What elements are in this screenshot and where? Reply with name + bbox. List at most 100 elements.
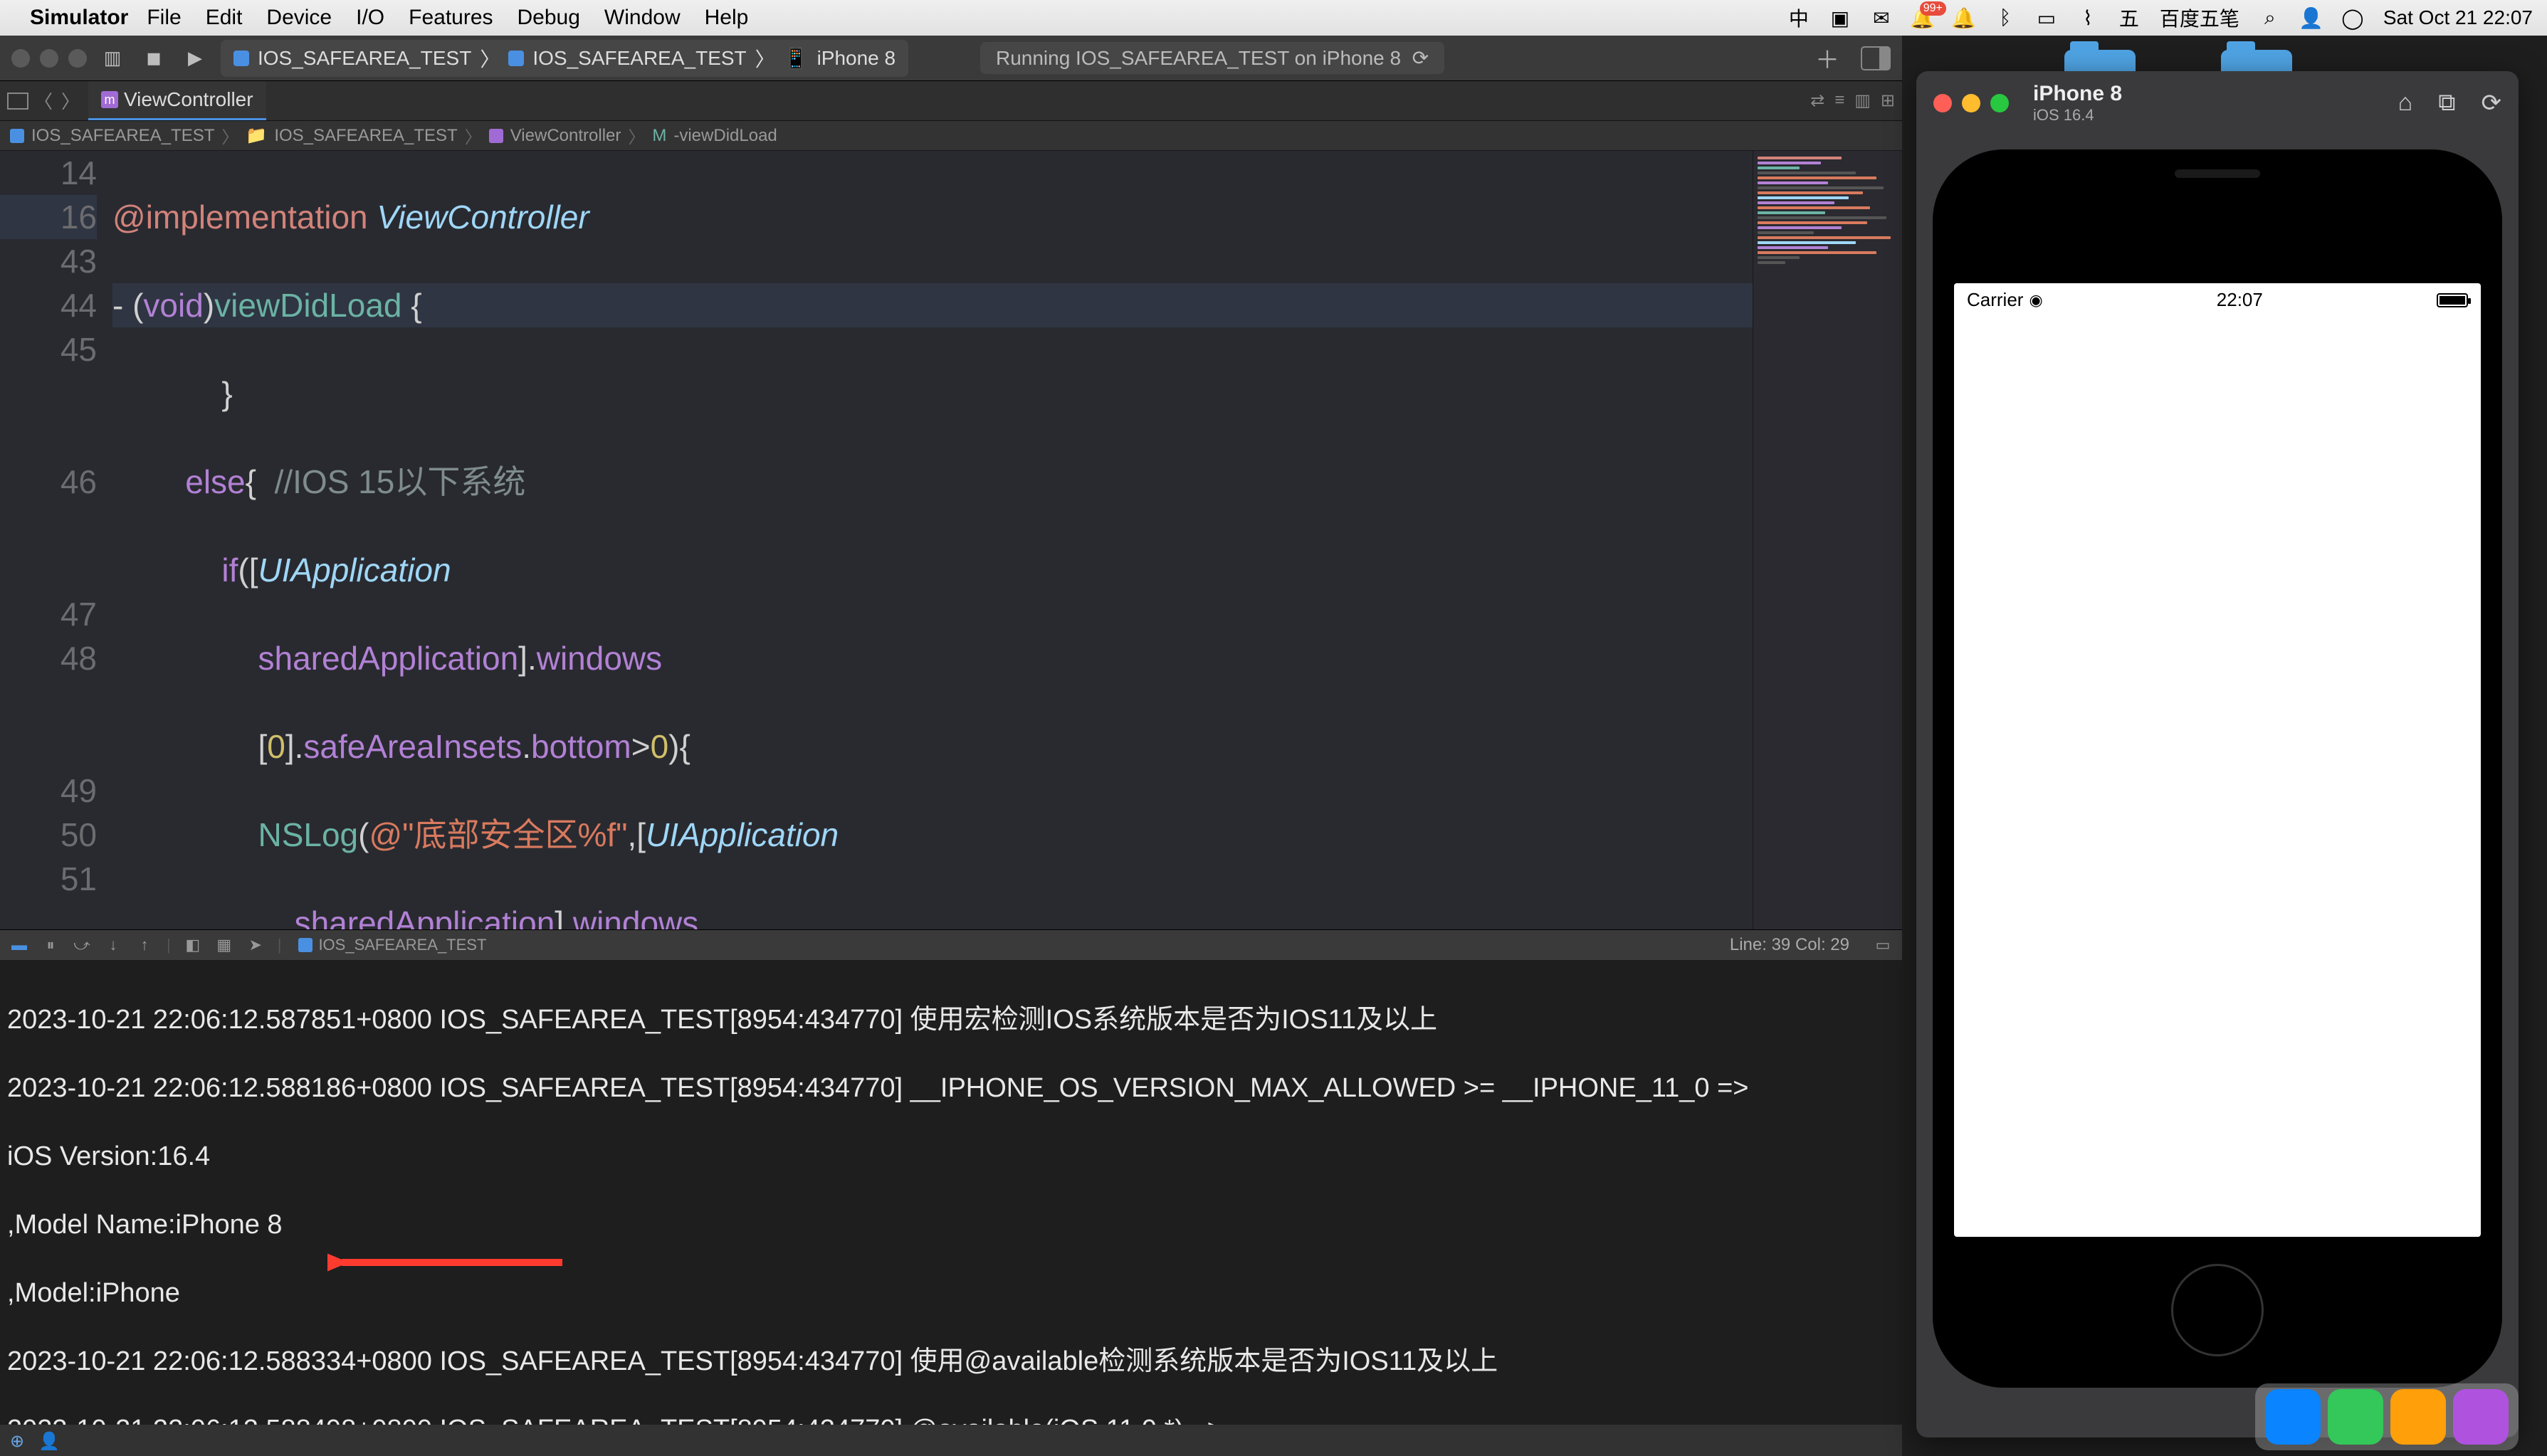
sidebar-toggle-icon[interactable]: ▥ bbox=[97, 45, 128, 72]
menu-help[interactable]: Help bbox=[705, 6, 749, 30]
annotation-arrow-icon bbox=[327, 1245, 569, 1280]
minimap[interactable] bbox=[1753, 151, 1902, 929]
file-tab[interactable]: m ViewController bbox=[88, 81, 266, 120]
device-frame: Carrier ◉ 22:07 bbox=[1933, 149, 2502, 1388]
chevron-right-icon: 〉 bbox=[480, 44, 500, 73]
notification-bell-icon[interactable]: 🔔 bbox=[1912, 7, 1933, 28]
bluetooth-icon[interactable]: ᛒ bbox=[1995, 7, 2016, 28]
step-into-icon[interactable]: ↓ bbox=[104, 936, 122, 954]
debug-view-icon[interactable]: ◧ bbox=[184, 936, 202, 954]
code-editor[interactable]: 14 16 43 44 45 46 47 48 49 50 51 @implem… bbox=[0, 151, 1902, 929]
step-over-icon[interactable]: ⤻ bbox=[73, 936, 91, 954]
console-output[interactable]: 2023-10-21 22:06:12.587851+0800 IOS_SAFE… bbox=[0, 960, 1902, 1425]
menu-file[interactable]: File bbox=[147, 6, 181, 30]
person-icon[interactable]: 👤 bbox=[38, 1431, 57, 1450]
home-icon[interactable]: ⌂ bbox=[2398, 89, 2413, 117]
users-icon[interactable]: 👤 bbox=[2301, 7, 2322, 28]
menu-io[interactable]: I/O bbox=[356, 6, 384, 30]
traffic-lights[interactable] bbox=[11, 49, 87, 68]
panel-icon[interactable]: ▥ bbox=[1854, 90, 1871, 111]
menu-features[interactable]: Features bbox=[409, 6, 493, 30]
folder-icon: 📁 bbox=[246, 125, 267, 146]
wechat-icon[interactable]: ✉ bbox=[1871, 7, 1892, 28]
simulator-subtitle: iOS 16.4 bbox=[2033, 106, 2122, 125]
dock-app[interactable] bbox=[2453, 1389, 2509, 1445]
bc-method[interactable]: -viewDidLoad bbox=[673, 126, 777, 146]
app-icon bbox=[233, 51, 249, 66]
bc-folder[interactable]: IOS_SAFEAREA_TEST bbox=[274, 126, 457, 146]
panel-toggle-icon[interactable]: ▭ bbox=[1874, 936, 1892, 954]
bc-file[interactable]: ViewController bbox=[510, 126, 621, 146]
dock-app[interactable] bbox=[2265, 1389, 2321, 1445]
jump-bar[interactable]: IOS_SAFEAREA_TEST〉 📁 IOS_SAFEAREA_TEST〉 … bbox=[0, 121, 1902, 151]
bell-icon[interactable]: 🔔 bbox=[1953, 7, 1975, 28]
build-status: Running IOS_SAFEAREA_TEST on iPhone 8 ⟳ bbox=[980, 42, 1444, 74]
home-button[interactable] bbox=[2171, 1264, 2264, 1356]
activity-spinner-icon: ⟳ bbox=[1412, 47, 1429, 69]
rotate-icon[interactable]: ⟳ bbox=[2482, 89, 2502, 117]
siri-icon[interactable]: ◯ bbox=[2342, 7, 2363, 28]
filter-icon[interactable]: ⊕ bbox=[10, 1431, 28, 1450]
wifi-icon: ◉ bbox=[2029, 291, 2042, 310]
bc-project[interactable]: IOS_SAFEAREA_TEST bbox=[31, 126, 214, 146]
ime-indicator[interactable]: 中 bbox=[1788, 7, 1810, 28]
step-out-icon[interactable]: ↑ bbox=[135, 936, 154, 954]
memory-icon[interactable]: ▦ bbox=[215, 936, 233, 954]
related-items-icon[interactable] bbox=[7, 93, 28, 110]
menu-edit[interactable]: Edit bbox=[206, 6, 243, 30]
cursor-position: Line: 39 Col: 29 bbox=[1730, 935, 1849, 955]
debug-target[interactable]: IOS_SAFEAREA_TEST bbox=[298, 936, 486, 954]
simulator-titlebar[interactable]: iPhone 8 iOS 16.4 ⌂ ⧉ ⟳ bbox=[1916, 71, 2519, 135]
simulator-title: iPhone 8 bbox=[2033, 82, 2122, 106]
adjust-editor-icon[interactable]: ≡ bbox=[1834, 90, 1844, 111]
xcode-toolbar: ▥ ◼ ▶ IOS_SAFEAREA_TEST 〉 IOS_SAFEAREA_T… bbox=[0, 36, 1902, 81]
dock-app[interactable] bbox=[2328, 1389, 2383, 1445]
nav-back-icon[interactable]: 〈 bbox=[31, 89, 56, 113]
battery-icon bbox=[2437, 293, 2468, 307]
add-tab-button[interactable]: ＋ bbox=[1815, 41, 1839, 75]
scheme-target: IOS_SAFEAREA_TEST bbox=[532, 47, 746, 70]
breakpoint-toggle-icon[interactable]: ▬ bbox=[10, 936, 28, 954]
code-content[interactable]: @implementation ViewController - (void)v… bbox=[112, 151, 1753, 929]
wifi-icon[interactable]: ⌇ bbox=[2077, 7, 2099, 28]
line-gutter: 14 16 43 44 45 46 47 48 49 50 51 bbox=[0, 151, 112, 929]
nav-forward-icon[interactable]: 〉 bbox=[58, 89, 83, 113]
battery-icon[interactable]: ▭ bbox=[2036, 7, 2057, 28]
screenshot-icon[interactable]: ⧉ bbox=[2438, 89, 2455, 117]
run-button[interactable]: ▶ bbox=[179, 45, 211, 72]
stop-button[interactable]: ◼ bbox=[138, 45, 169, 72]
simulator-window: iPhone 8 iOS 16.4 ⌂ ⧉ ⟳ Carrier ◉ 22:07 bbox=[1916, 71, 2519, 1437]
ime-name[interactable]: 百度五笔 bbox=[2160, 4, 2239, 32]
chevron-right-icon: 〉 bbox=[755, 44, 775, 73]
dock-app[interactable] bbox=[2390, 1389, 2446, 1445]
device-icon: 📱 bbox=[784, 46, 809, 70]
pause-icon[interactable]: ⏸ bbox=[41, 936, 60, 954]
screenshot-icon[interactable]: ▣ bbox=[1829, 7, 1851, 28]
device-screen[interactable]: Carrier ◉ 22:07 bbox=[1954, 283, 2481, 1237]
xcode-window: ▥ ◼ ▶ IOS_SAFEAREA_TEST 〉 IOS_SAFEAREA_T… bbox=[0, 36, 1902, 1456]
baidu-icon[interactable]: 五 bbox=[2118, 7, 2140, 28]
app-icon bbox=[508, 51, 524, 66]
project-icon bbox=[10, 129, 24, 143]
location-icon[interactable]: ➤ bbox=[246, 936, 265, 954]
menu-debug[interactable]: Debug bbox=[518, 6, 580, 30]
device-status-bar: Carrier ◉ 22:07 bbox=[1954, 289, 2481, 311]
menu-window[interactable]: Window bbox=[604, 6, 681, 30]
scheme-selector[interactable]: IOS_SAFEAREA_TEST 〉 IOS_SAFEAREA_TEST 〉 … bbox=[221, 40, 908, 77]
carrier-label: Carrier bbox=[1967, 289, 2023, 311]
editor-options-icon[interactable]: ⇄ bbox=[1810, 90, 1824, 111]
file-tab-label: ViewController bbox=[124, 88, 253, 111]
inspector-toggle-icon[interactable] bbox=[1861, 46, 1891, 70]
traffic-lights[interactable] bbox=[1933, 94, 2009, 112]
menu-device[interactable]: Device bbox=[266, 6, 332, 30]
xcode-footer: ⊕ 👤 bbox=[0, 1425, 1902, 1456]
method-icon: M bbox=[652, 126, 666, 146]
debug-toolbar: ▬ ⏸ ⤻ ↓ ↑ | ◧ ▦ ➤ | IOS_SAFEAREA_TEST Li… bbox=[0, 930, 1902, 960]
objc-file-icon bbox=[489, 129, 503, 143]
macos-dock[interactable] bbox=[2255, 1383, 2519, 1450]
menubar-datetime[interactable]: Sat Oct 21 22:07 bbox=[2383, 6, 2533, 29]
app-name[interactable]: Simulator bbox=[30, 6, 128, 30]
macos-menubar: Simulator File Edit Device I/O Features … bbox=[0, 0, 2547, 36]
spotlight-icon[interactable]: ⌕ bbox=[2259, 7, 2281, 28]
add-editor-icon[interactable]: ⊞ bbox=[1881, 90, 1895, 111]
